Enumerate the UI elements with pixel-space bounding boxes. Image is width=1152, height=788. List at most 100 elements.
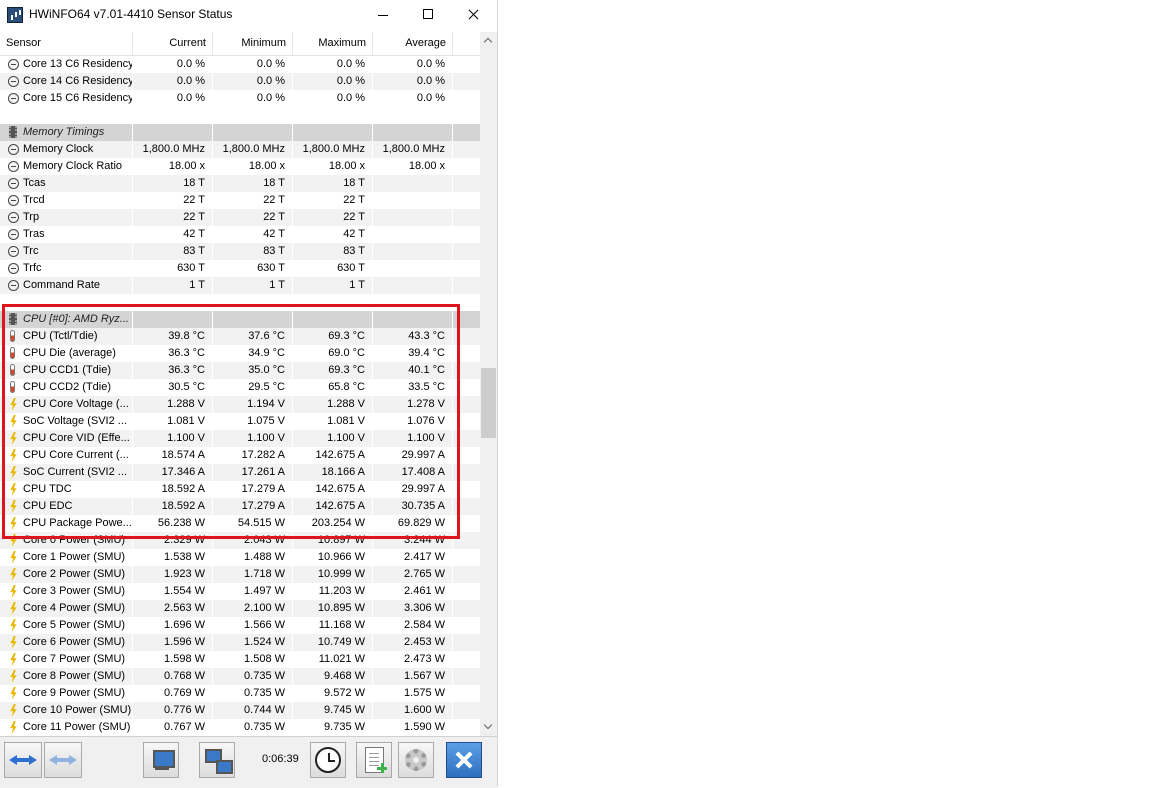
sensor-name-cell: SoC Current (SVI2 ...	[0, 464, 133, 481]
sensor-row[interactable]: SoC Current (SVI2 ... 17.346 A 17.261 A 18.…	[0, 464, 480, 481]
sensor-row[interactable]: Tras 42 T 42 T 42 T	[0, 226, 480, 243]
sensor-value-current: 0.768 W	[133, 668, 213, 685]
sensor-value-maximum: 10.895 W	[293, 600, 373, 617]
network-button[interactable]	[199, 742, 235, 778]
sensor-row[interactable]: SoC Voltage (SVI2 ... 1.081 V 1.075 V 1.081…	[0, 413, 480, 430]
row-filler	[453, 328, 480, 345]
sensor-row[interactable]: Core 3 Power (SMU) 1.554 W 1.497 W 11.203 W…	[0, 583, 480, 600]
navigate-disabled-button[interactable]	[44, 742, 82, 778]
sensor-value-maximum: 11.021 W	[293, 651, 373, 668]
sensor-row[interactable]: Core 8 Power (SMU) 0.768 W 0.735 W 9.468 W1…	[0, 668, 480, 685]
sensor-row[interactable]: CPU CCD2 (Tdie) 30.5 °C 29.5 °C 65.8 °C 33.5…	[0, 379, 480, 396]
sensor-row[interactable]: Trc 83 T 83 T 83 T	[0, 243, 480, 260]
sensor-row[interactable]: Core 1 Power (SMU) 1.538 W 1.488 W 10.966 W…	[0, 549, 480, 566]
sensor-row[interactable]: CPU Core VID (Effe... 1.100 V 1.100 V 1.100…	[0, 430, 480, 447]
minimize-button[interactable]	[359, 0, 405, 30]
hwinfo-app-icon	[7, 7, 23, 23]
sensor-grid[interactable]: Sensor Current Minimum Maximum Average C…	[0, 32, 480, 736]
sensor-row[interactable]: Core 9 Power (SMU) 0.769 W 0.735 W 9.572 W1…	[0, 685, 480, 702]
scroll-down-arrow-icon[interactable]	[480, 719, 497, 736]
sensor-value-maximum: 42 T	[293, 226, 373, 243]
sensor-group-row[interactable]: CPU [#0]: AMD Ryz...	[0, 311, 480, 328]
sensor-name: Core 6 Power (SMU)	[23, 636, 126, 648]
sensor-value-current: 1.538 W	[133, 549, 213, 566]
sensor-row[interactable]: Trfc 630 T 630 T 630 T	[0, 260, 480, 277]
sensor-value-average: 43.3 °C	[373, 328, 453, 345]
sensor-value-minimum: 0.735 W	[213, 668, 293, 685]
sensor-row[interactable]: Command Rate 1 T1 T1 T	[0, 277, 480, 294]
sensor-row[interactable]: Trp 22 T 22 T 22 T	[0, 209, 480, 226]
sensor-name: Core 7 Power (SMU)	[23, 653, 126, 665]
sensor-row[interactable]: CPU (Tctl/Tdie) 39.8 °C 37.6 °C 69.3 °C 43.3…	[0, 328, 480, 345]
sensor-row[interactable]: CPU CCD1 (Tdie) 36.3 °C 35.0 °C 69.3 °C 40.1…	[0, 362, 480, 379]
sensor-value-maximum: 10.966 W	[293, 549, 373, 566]
sensor-row[interactable]: Core 14 C6 Residency 0.0 % 0.0 % 0.0 % 0.0 %	[0, 73, 480, 90]
sensor-row[interactable]: Trcd 22 T 22 T 22 T	[0, 192, 480, 209]
clock-icon	[8, 178, 19, 189]
sensor-row[interactable]: Core 6 Power (SMU) 1.596 W 1.524 W 10.749 W…	[0, 634, 480, 651]
sensor-value-average: 1.575 W	[373, 685, 453, 702]
sensor-row[interactable]: Memory Clock Ratio 18.00 x 18.00 x 18.00 x1…	[0, 158, 480, 175]
vertical-scrollbar[interactable]	[480, 32, 497, 736]
maximize-button[interactable]	[405, 0, 451, 30]
sensor-row[interactable]: CPU Die (average) 36.3 °C 34.9 °C 69.0 °C 39…	[0, 345, 480, 362]
sensor-row[interactable]: Core 7 Power (SMU) 1.598 W 1.508 W 11.021 W…	[0, 651, 480, 668]
sensor-row[interactable]: CPU EDC 18.592 A 17.279 A 142.675 A 30.735 A	[0, 498, 480, 515]
sensor-row[interactable]: Core 13 C6 Residency 0.0 % 0.0 % 0.0 % 0.0 %	[0, 56, 480, 73]
column-header-minimum[interactable]: Minimum	[213, 32, 293, 55]
sensor-name: Core 5 Power (SMU)	[23, 619, 126, 631]
sensor-value-minimum: 29.5 °C	[213, 379, 293, 396]
lightning-bolt-icon	[10, 534, 17, 547]
logging-button[interactable]	[356, 742, 392, 778]
lightning-bolt-icon	[10, 500, 17, 513]
sensor-row[interactable]: CPU Core Voltage (... 1.288 V 1.194 V 1.288…	[0, 396, 480, 413]
navigate-button[interactable]	[4, 742, 42, 778]
row-filler	[453, 209, 480, 226]
row-filler	[453, 430, 480, 447]
sensor-row[interactable]: Core 5 Power (SMU) 1.696 W 1.566 W 11.168 W…	[0, 617, 480, 634]
close-window-button[interactable]	[451, 0, 497, 30]
sensor-row[interactable]: Memory Clock 1,800.0 MHz 1,800.0 MHz 1,800.…	[0, 141, 480, 158]
column-header-average[interactable]: Average	[373, 32, 453, 55]
column-header-current[interactable]: Current	[133, 32, 213, 55]
settings-button[interactable]	[398, 742, 434, 778]
sensor-value-maximum: 10.749 W	[293, 634, 373, 651]
column-header-sensor[interactable]: Sensor	[0, 32, 133, 55]
sensor-row[interactable]: Core 2 Power (SMU) 1.923 W 1.718 W 10.999 W…	[0, 566, 480, 583]
sensor-name: CPU (Tctl/Tdie)	[23, 330, 98, 342]
sensor-value-minimum: 0.744 W	[213, 702, 293, 719]
clock-icon	[8, 229, 19, 240]
lightning-bolt-icon	[10, 687, 17, 700]
sensor-row[interactable]: Core 11 Power (SMU) 0.767 W 0.735 W 9.735 W…	[0, 719, 480, 736]
title-bar[interactable]: HWiNFO64 v7.01-4410 Sensor Status	[0, 0, 497, 30]
scroll-up-arrow-icon[interactable]	[480, 32, 497, 49]
sensor-value-average: 17.408 A	[373, 464, 453, 481]
window-title: HWiNFO64 v7.01-4410 Sensor Status	[29, 7, 233, 21]
sensor-value-average: 0.0 %	[373, 90, 453, 107]
monitor-button[interactable]	[143, 742, 179, 778]
sensor-name-cell: SoC Voltage (SVI2 ...	[0, 413, 133, 430]
sensor-value-minimum: 22 T	[213, 209, 293, 226]
sensor-row[interactable]: Core 4 Power (SMU) 2.563 W 2.100 W 10.895 W…	[0, 600, 480, 617]
sensor-row[interactable]: Core 10 Power (SMU) 0.776 W 0.744 W 9.745 W…	[0, 702, 480, 719]
sensor-value-current: 83 T	[133, 243, 213, 260]
sensor-value-maximum: 142.675 A	[293, 481, 373, 498]
sensor-value-average: 0.0 %	[373, 73, 453, 90]
sensor-group-row[interactable]: Memory Timings	[0, 124, 480, 141]
sensor-row[interactable]: CPU Core Current (... 18.574 A 17.282 A 142…	[0, 447, 480, 464]
scrollbar-thumb[interactable]	[481, 368, 496, 438]
sensor-name-cell: CPU Core Current (...	[0, 447, 133, 464]
sensor-name-cell: Memory Timings	[0, 124, 133, 141]
sensor-row[interactable]: Core 15 C6 Residency 0.0 % 0.0 % 0.0 % 0.0 %	[0, 90, 480, 107]
close-sensors-button[interactable]	[446, 742, 482, 778]
sensor-row[interactable]: Core 0 Power (SMU) 2.329 W 2.043 W 10.897 W…	[0, 532, 480, 549]
sensor-row[interactable]: CPU TDC 18.592 A 17.279 A 142.675 A 29.997 A	[0, 481, 480, 498]
reset-timer-button[interactable]	[310, 742, 346, 778]
sensor-row[interactable]: Tcas 18 T 18 T 18 T	[0, 175, 480, 192]
sensor-row[interactable]: CPU Package Powe... 56.238 W 54.515 W 203.2…	[0, 515, 480, 532]
navigate-arrows-icon	[9, 755, 37, 765]
sensor-value-average	[373, 311, 453, 328]
column-header-maximum[interactable]: Maximum	[293, 32, 373, 55]
sensor-value-minimum: 1.497 W	[213, 583, 293, 600]
sensor-name-cell: Core 7 Power (SMU)	[0, 651, 133, 668]
